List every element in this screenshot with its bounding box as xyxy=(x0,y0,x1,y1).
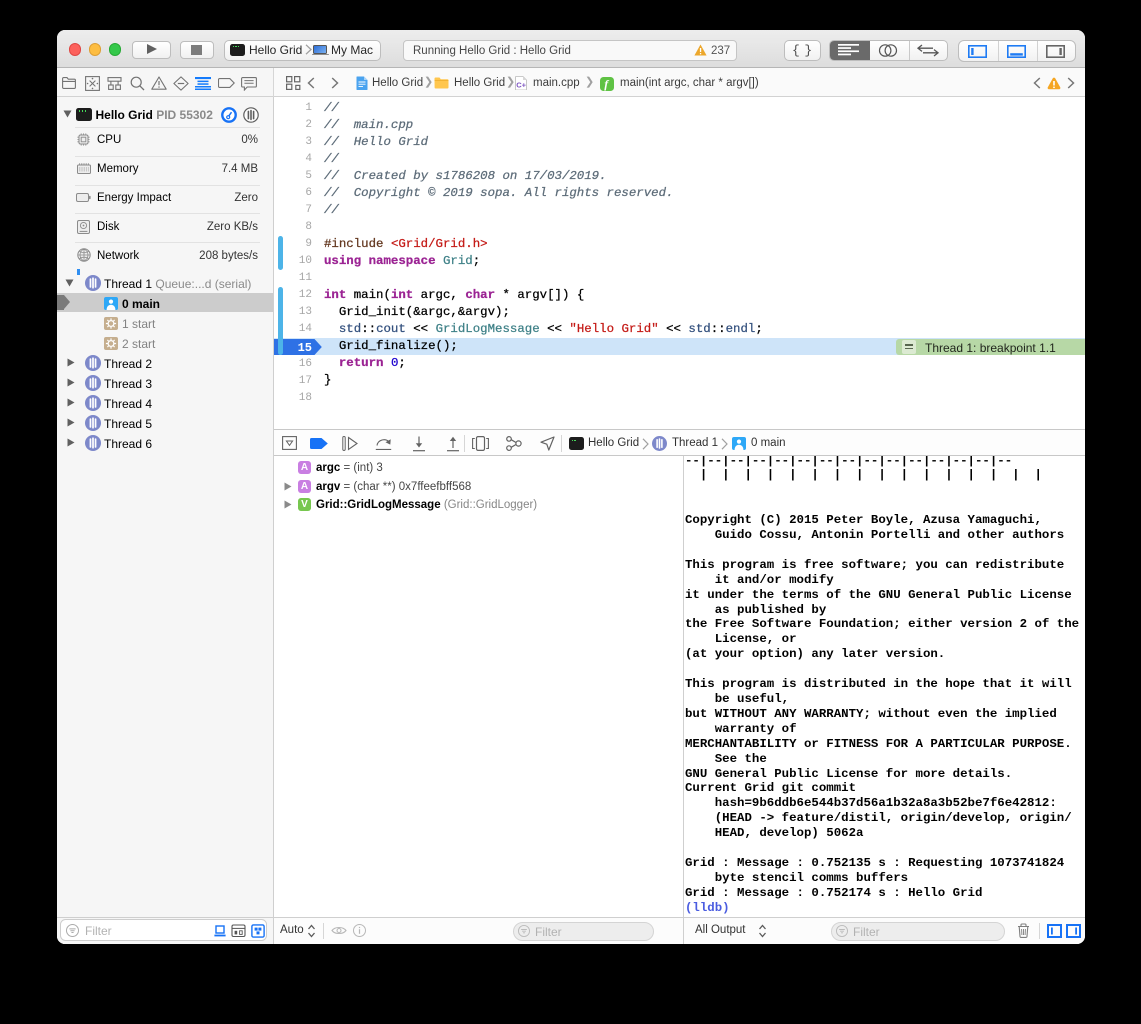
svg-text:C+: C+ xyxy=(516,81,526,90)
